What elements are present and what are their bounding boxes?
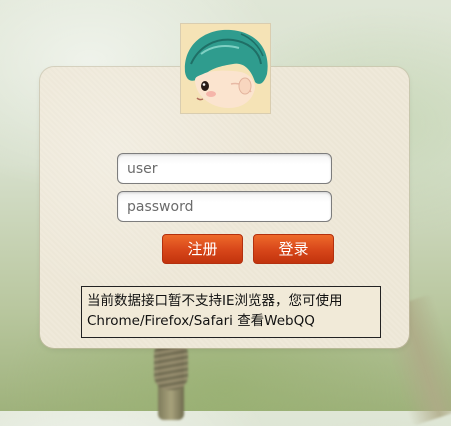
user-avatar	[180, 23, 271, 114]
login-button[interactable]: 登录	[253, 234, 334, 264]
browser-notice: 当前数据接口暂不支持IE浏览器，您可使用 Chrome/Firefox/Safa…	[81, 286, 381, 338]
register-button[interactable]: 注册	[162, 234, 243, 264]
browser-notice-line-1: 当前数据接口暂不支持IE浏览器，您可使用	[87, 293, 343, 309]
cartoon-boy-avatar-icon	[181, 24, 270, 113]
username-input[interactable]	[117, 153, 332, 184]
browser-notice-line-2: Chrome/Firefox/Safari 查看WebQQ	[87, 313, 315, 329]
password-input[interactable]	[117, 191, 332, 222]
